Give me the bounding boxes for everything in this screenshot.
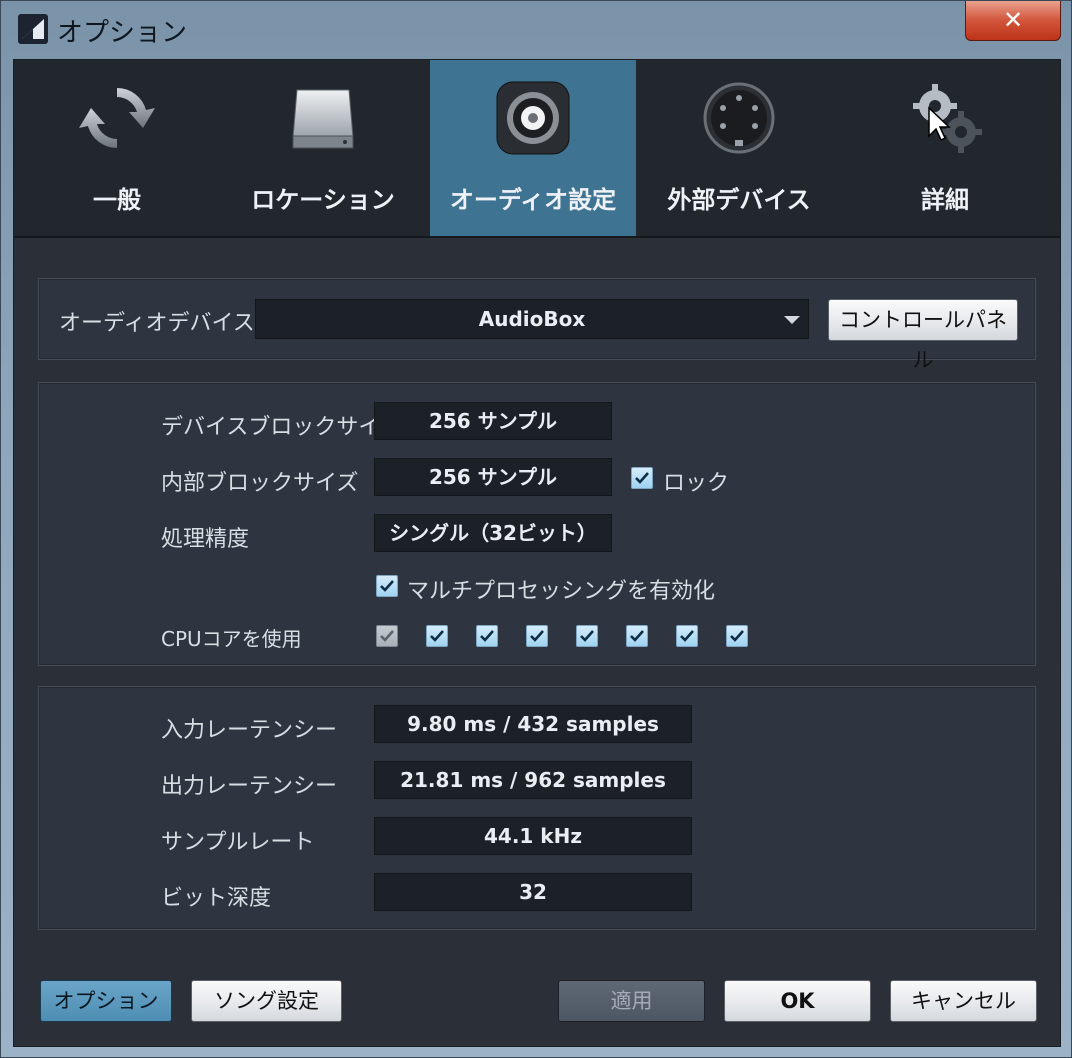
multiprocessing-label: マルチプロセッシングを有効化 [407, 579, 716, 604]
app-logo-icon [18, 14, 48, 44]
input-latency-label: 入力レーテンシー [161, 718, 338, 743]
cpu-core-checkbox[interactable] [426, 625, 448, 647]
checkmark-icon [380, 630, 394, 642]
lock-label: ロック [663, 471, 730, 496]
cpu-cores-label: CPUコアを使用 [161, 627, 302, 651]
checkmark-icon [635, 472, 649, 484]
tab-locations[interactable]: ロケーション [220, 60, 426, 236]
gears-icon [913, 84, 982, 153]
sample-rate-label: サンプルレート [161, 830, 315, 855]
device-block-size-label: デバイスブロックサイズ [161, 415, 402, 440]
output-latency-value: 21.81 ms / 962 samples [374, 761, 692, 799]
ok-button[interactable]: OK [724, 980, 871, 1022]
title-bar[interactable]: オプション ✕ [1, 1, 1071, 57]
checkmark-icon [730, 630, 744, 642]
midi-port-icon [703, 82, 775, 154]
tab-general[interactable]: 一般 [14, 60, 220, 236]
cpu-core-checkbox[interactable] [576, 625, 598, 647]
precision-field[interactable]: シングル（32ビット） [374, 514, 612, 552]
song-settings-button[interactable]: ソング設定 [191, 980, 342, 1022]
cancel-button[interactable]: キャンセル [890, 980, 1037, 1022]
drive-icon [292, 89, 354, 149]
bit-depth-label: ビット深度 [161, 886, 272, 911]
dialog-body: 一般 ロケーション オーディオ設定 外部デバイス 詳細 オーディオデバイス Au… [13, 59, 1061, 1047]
audio-device-panel: オーディオデバイス AudioBox コントロールパネル [38, 278, 1036, 372]
internal-block-size-label: 内部ブロックサイズ [161, 471, 359, 496]
cpu-core-checkbox[interactable] [676, 625, 698, 647]
checkmark-icon [630, 630, 644, 642]
multiprocessing-checkbox[interactable] [376, 575, 398, 597]
latency-panel: 入力レーテンシー 9.80 ms / 432 samples 出力レーテンシー … [38, 686, 1036, 930]
processing-panel: デバイスブロックサイズ 256 サンプル 内部ブロックサイズ 256 サンプル … [38, 382, 1036, 666]
tab-general-label: 一般 [93, 186, 141, 214]
options-button[interactable]: オプション [40, 980, 172, 1022]
checkmark-icon [680, 630, 694, 642]
tab-advanced[interactable]: 詳細 [842, 60, 1048, 236]
tab-external-devices-label: 外部デバイス [667, 186, 811, 214]
cpu-core-checkbox[interactable] [626, 625, 648, 647]
cpu-core-checkbox[interactable] [476, 625, 498, 647]
speaker-icon [496, 81, 570, 155]
cpu-core-checkbox[interactable] [376, 625, 398, 647]
tab-external-devices[interactable]: 外部デバイス [636, 60, 842, 236]
chevron-down-icon [784, 316, 800, 324]
sample-rate-value: 44.1 kHz [374, 817, 692, 855]
tab-audio-settings-label: オーディオ設定 [449, 186, 617, 214]
input-latency-value: 9.80 ms / 432 samples [374, 705, 692, 743]
close-button[interactable]: ✕ [965, 1, 1061, 41]
refresh-icon [79, 87, 155, 149]
control-panel-button[interactable]: コントロールパネル [828, 299, 1018, 372]
output-latency-label: 出力レーテンシー [161, 774, 338, 799]
checkmark-icon [380, 580, 394, 592]
cpu-core-checkbox[interactable] [726, 625, 748, 647]
checkmark-icon [580, 630, 594, 642]
window-title: オプション [57, 18, 188, 48]
audio-device-dropdown[interactable]: AudioBox [255, 299, 809, 339]
precision-label: 処理精度 [161, 527, 250, 552]
apply-button[interactable]: 適用 [558, 980, 705, 1022]
internal-block-size-field[interactable]: 256 サンプル [374, 458, 612, 496]
checkmark-icon [530, 630, 544, 642]
checkmark-icon [430, 630, 444, 642]
options-window: オプション ✕ 一般 ロケーション オーディオ設定 外部デバイス 詳細 オーディ… [0, 0, 1072, 1058]
tab-locations-label: ロケーション [251, 186, 395, 214]
cpu-core-checkbox[interactable] [526, 625, 548, 647]
audio-device-label: オーディオデバイス [59, 311, 255, 336]
tab-audio-settings[interactable]: オーディオ設定 [430, 60, 636, 236]
category-tabbar: 一般 ロケーション オーディオ設定 外部デバイス 詳細 [14, 60, 1060, 238]
audio-device-value: AudioBox [478, 307, 586, 331]
bit-depth-value: 32 [374, 873, 692, 911]
lock-checkbox[interactable] [631, 467, 653, 489]
tab-advanced-label: 詳細 [921, 186, 969, 214]
checkmark-icon [480, 630, 494, 642]
device-block-size-field[interactable]: 256 サンプル [374, 402, 612, 440]
